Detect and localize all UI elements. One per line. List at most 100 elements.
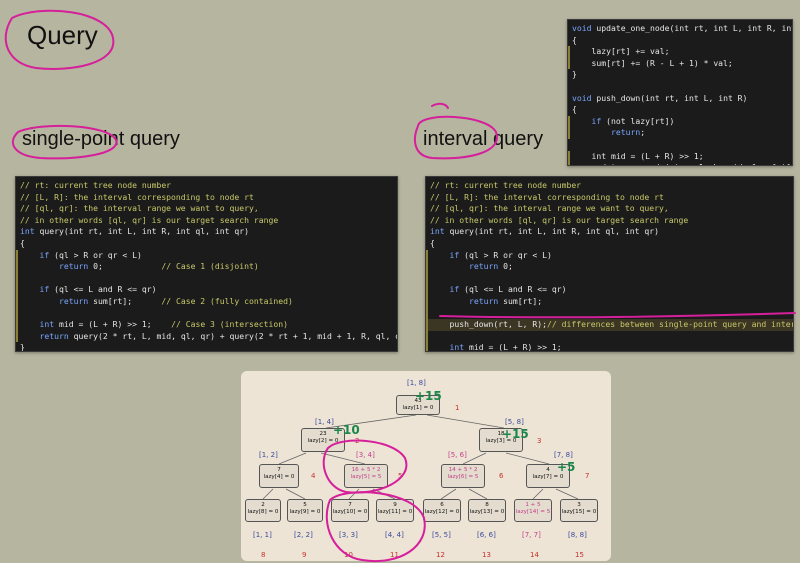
code-line: update_one_node(rt << 1, L, mid, lazy[rt… xyxy=(568,162,792,165)
node-8-lazy: lazy[8] = 0 xyxy=(247,508,279,515)
code-token: mid = (L + R) >> 1; xyxy=(54,319,172,330)
node-15-value: 3 xyxy=(577,502,581,508)
node-9-value: 5 xyxy=(303,502,307,508)
annotation-plus-5: +5 xyxy=(557,460,576,474)
code-line: // [L, R]: the interval corresponding to… xyxy=(430,192,793,204)
annotation-plus-15-right: +15 xyxy=(502,427,529,441)
code-line xyxy=(16,272,397,285)
code-token: sum[rt] += (R - L + 1) * val; xyxy=(572,57,733,68)
code-line: { xyxy=(20,238,397,250)
code-line: } xyxy=(20,342,397,351)
code-line: if (ql <= L and R <= qr) xyxy=(426,284,793,296)
code-token: // rt: current tree node number xyxy=(430,180,582,190)
index-label-3: 3 xyxy=(537,437,542,445)
marker-mark-top xyxy=(431,102,449,109)
heading-interval-query-word: query xyxy=(487,128,544,150)
code-line: int mid = (L + R) >> 1; // Case 3 (inter… xyxy=(16,319,397,331)
code-line: return query(2 * rt, L, mid, ql, qr) + q… xyxy=(16,330,397,343)
code-line: { xyxy=(572,35,792,47)
code-line xyxy=(426,307,793,320)
code-line xyxy=(426,272,793,285)
range-label-4: [1, 2] xyxy=(259,451,278,459)
node-10-lazy: lazy[10] = 0 xyxy=(332,508,368,515)
code-line: if (ql > R or qr < L) xyxy=(426,249,793,262)
index-label-2: 2 xyxy=(355,437,360,445)
code-token: if xyxy=(39,249,50,260)
node-14-value: 1 + 5 xyxy=(525,502,541,508)
code-token: int xyxy=(39,319,55,330)
index-label-13: 13 xyxy=(482,551,491,559)
code-token: ; xyxy=(640,127,646,138)
index-label-6: 6 xyxy=(499,472,504,480)
range-label-3: [5, 8] xyxy=(505,418,524,426)
code-token: (ql > R or qr < L) xyxy=(459,249,552,260)
code-token: // Case 2 (fully contained) xyxy=(161,295,293,306)
node-6-lazy: lazy[6] = 5 xyxy=(447,473,479,480)
code-line: return 0; xyxy=(426,261,793,273)
node-11-lazy: lazy[11] = 0 xyxy=(377,508,413,515)
code-token: update_one_node(int rt, int L, int R, in… xyxy=(596,23,792,33)
node-13-value: 8 xyxy=(485,502,489,508)
tree-node-9: 5 lazy[9] = 0 xyxy=(287,499,323,522)
code-line xyxy=(426,330,793,343)
code-token: query(int rt, int L, int R, int ql, int … xyxy=(34,226,250,237)
code-line: void push_down(int rt, int L, int R) xyxy=(572,93,792,105)
code-token: mid = (L + R) >> 1; xyxy=(464,342,562,352)
tree-node-12: 6 lazy[12] = 0 xyxy=(423,499,461,522)
code-token: push_down(rt, L, R); xyxy=(430,319,547,330)
code-line: return sum[rt]; // Case 2 (fully contain… xyxy=(16,295,397,308)
code-line: return 0; // Case 1 (disjoint) xyxy=(16,261,397,273)
code-line: push_down(rt, L, R);// differences betwe… xyxy=(426,319,793,331)
node-4-lazy: lazy[4] = 0 xyxy=(263,473,295,480)
node-15-lazy: lazy[15] = 0 xyxy=(561,508,597,515)
code-line: // rt: current tree node number xyxy=(430,180,793,192)
code-token: return xyxy=(58,295,89,306)
range-label-2: [1, 4] xyxy=(315,418,334,426)
range-label-6: [5, 6] xyxy=(448,451,467,459)
range-label-15: [8, 8] xyxy=(568,531,587,539)
tree-node-11: 9 lazy[11] = 0 xyxy=(376,499,414,522)
range-label-10: [3, 3] xyxy=(339,531,358,539)
index-label-5: 5 xyxy=(398,472,403,480)
annotation-plus-15-root: +15 xyxy=(415,389,442,403)
node-14-lazy: lazy[14] = 5 xyxy=(515,508,551,515)
range-label-13: [6, 6] xyxy=(477,531,496,539)
node-9-lazy: lazy[9] = 0 xyxy=(289,508,321,515)
code-token: // [ql, qr]: the interval range we want … xyxy=(430,203,669,214)
tree-node-15: 3 lazy[15] = 0 xyxy=(560,499,598,522)
heading-interval: interval xyxy=(423,128,488,150)
code-token: return xyxy=(610,127,641,138)
code-token: // in other words [ql, qr] is our target… xyxy=(20,214,279,225)
code-line: // rt: current tree node number xyxy=(20,180,397,192)
code-line: // [ql, qr]: the interval range we want … xyxy=(430,203,793,215)
code-token: return xyxy=(58,261,89,272)
node-4-value: 7 xyxy=(277,467,281,473)
index-label-10: 10 xyxy=(344,551,353,559)
code-token: return xyxy=(468,295,499,306)
code-token: // Case 3 (intersection) xyxy=(171,319,289,330)
code-line: lazy[rt] += val; xyxy=(568,46,792,58)
code-token: int xyxy=(20,226,35,237)
index-label-8: 8 xyxy=(261,551,266,559)
tree-node-10: 7 lazy[10] = 0 xyxy=(331,499,369,522)
code-token: (ql <= L and R <= qr) xyxy=(49,284,157,295)
range-label-11: [4, 4] xyxy=(385,531,404,539)
code-token: void xyxy=(572,23,592,33)
tree-node-6: 14 + 5 * 2 lazy[6] = 5 xyxy=(441,464,485,488)
index-label-4: 4 xyxy=(311,472,316,480)
code-line: if (ql > R or qr < L) xyxy=(16,249,397,262)
heading-single-query: query xyxy=(124,128,180,150)
code-update-push-down: void update_one_node(int rt, int L, int … xyxy=(567,19,793,166)
tree-node-8: 2 lazy[8] = 0 xyxy=(245,499,281,522)
code-line: void update_one_node(int rt, int L, int … xyxy=(572,23,792,35)
